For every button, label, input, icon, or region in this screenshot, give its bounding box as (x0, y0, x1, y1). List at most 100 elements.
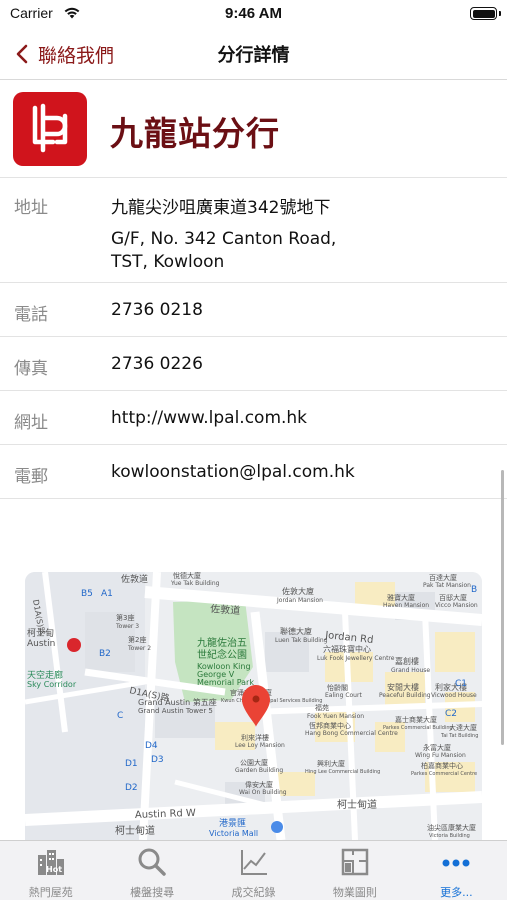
map-label-garden-zh: 公園大廈 (240, 758, 268, 767)
logo-mark-icon (32, 103, 68, 153)
page-title: 分行詳情 (217, 45, 290, 66)
scroll-indicator[interactable] (501, 470, 504, 745)
map-label-hang-bong-zh: 恆邦商業中心 (309, 721, 351, 730)
map-exit-d2: D2 (125, 783, 138, 793)
map-label-wai-on-zh: 偉安大廈 (245, 780, 273, 789)
map-label-tai-tat-en: Tai Tat Building (440, 733, 478, 739)
floorplan-icon (341, 848, 369, 876)
more-icon (442, 859, 470, 867)
map-label-vicwood-en: Vicwood House (431, 692, 477, 699)
address-row: 地址 九龍尖沙咀廣東道342號地下 G/F, No. 342 Canton Ro… (0, 179, 507, 283)
map-label-hing-lee-en: Hing Lee Commercial Building (305, 769, 380, 775)
map-label-lee-loy-en: Lee Loy Mansion (235, 742, 285, 749)
tab-popular-estates[interactable]: Hot 熱門屋苑 (0, 841, 101, 900)
address-english-line2: TST, Kowloon (111, 252, 225, 272)
phone-row[interactable]: 電話 2736 0218 (0, 284, 507, 337)
map-label-park-zh-1: 九龍佐治五 (197, 636, 247, 649)
map-exit-b2: B2 (99, 649, 111, 659)
map-label-tower3-en: Tower 3 (115, 623, 139, 630)
map-label-hing-lee-zh: 興利大廈 (317, 759, 345, 768)
buildings-icon: Hot (37, 850, 64, 875)
branch-location-map[interactable]: 佐敦道 Jordan Rd 佐敦道 Austin Rd W 柯士甸道 柯士甸道 … (25, 572, 482, 840)
map-label-fook-yuen-zh: 福苑 (315, 703, 329, 712)
branch-header: 九龍站分行 (0, 81, 507, 178)
map-label-grand-austin-en: Grand Austin Tower 5 (138, 707, 213, 715)
map-label-grand-house-zh: 嘉創樓 (395, 656, 419, 666)
map-label-vicco-zh: 百邸大廈 (439, 593, 467, 602)
map-label-park-en-3: Memorial Park (197, 678, 254, 687)
map-label-fook-yuen-en: Fook Yuen Mansion (307, 713, 364, 720)
address-english: G/F, No. 342 Canton Road, TST, Kowloon (111, 228, 336, 274)
map-label-tai-tat-zh: 大達大廈 (449, 723, 477, 732)
tab-label-property-search: 樓盤搜尋 (130, 886, 175, 899)
tab-bar: Hot 熱門屋苑 樓盤搜尋 成交紀錄 物業圖則 更多... (0, 840, 507, 900)
map-label-austin-station-en: Austin (27, 639, 55, 649)
email-label: 電郵 (14, 467, 48, 487)
company-logo (13, 92, 87, 166)
map-label-luen-tak-en: Luen Tak Building (275, 637, 328, 644)
map-exit-c2: C2 (445, 709, 457, 719)
address-english-line1: G/F, No. 342 Canton Road, (111, 229, 337, 249)
map-exit-b5: B5 (81, 589, 93, 599)
tab-transaction-records[interactable]: 成交紀錄 (203, 841, 304, 900)
tab-floor-plans[interactable]: 物業圖則 (304, 841, 405, 900)
navigation-bar: 聯絡我們 分行詳情 (0, 28, 507, 80)
website-label: 網址 (14, 413, 48, 433)
tab-label-transaction-records: 成交紀錄 (231, 886, 276, 899)
map-label-victoria-mall-en: Victoria Mall (209, 829, 258, 838)
map-exit-c1: C1 (455, 679, 467, 689)
phone-value[interactable]: 2736 0218 (111, 300, 203, 320)
map-label-wai-on-en: Wai On Building (239, 789, 287, 796)
map-label-victoria-mall-zh: 港景匯 (219, 817, 246, 829)
fax-label: 傳真 (14, 359, 48, 379)
map-label-yuet-tak-zh: 悅德大廈 (173, 572, 201, 580)
tab-property-search[interactable]: 樓盤搜尋 (101, 841, 202, 900)
map-label-peaceful-en: Peaceful Building (379, 692, 431, 699)
map-label-tower2-zh: 第2座 (128, 635, 146, 644)
map-label-pak-tat-en: Pak Tat Mansion (423, 582, 471, 589)
search-icon (138, 848, 166, 876)
map-exit-d4: D4 (145, 741, 158, 751)
map-label-tower3-zh: 第3座 (116, 613, 134, 622)
map-label-jordan-mansion-en: Jordan Mansion (276, 597, 323, 604)
map-label-luk-fook-en: Luk Fook Jewellery Centre (317, 655, 395, 662)
map-label-kwun-chung-en: Kwun Chung Municipal Services Building (221, 698, 322, 704)
status-bar: Carrier 9:46 AM (0, 0, 507, 28)
tab-more[interactable]: 更多... (406, 841, 507, 900)
map-label-haven-en: Haven Mansion (383, 602, 429, 609)
email-row[interactable]: 電郵 kowloonstation@lpal.com.hk (0, 446, 507, 499)
map-exit-c: C (117, 711, 123, 721)
website-row[interactable]: 網址 http://www.lpal.com.hk (0, 392, 507, 445)
shopping-bag-icon[interactable] (271, 821, 283, 833)
status-time: 9:46 AM (225, 5, 282, 22)
map-exit-a1: A1 (101, 589, 113, 599)
website-link[interactable]: http://www.lpal.com.hk (111, 408, 307, 428)
map-label-vicco-en: Vicco Mansion (435, 602, 478, 609)
map-label-parkes-en: Parkes Commercial Building (383, 725, 453, 731)
map-label-austin-road-zh-2: 柯士甸道 (337, 798, 377, 811)
map-label-grand-austin-zh: Grand Austin 第五座 (138, 697, 217, 707)
map-label-pak-tat-zh: 百達大廈 (429, 573, 457, 582)
map-canvas[interactable]: 佐敦道 Jordan Rd 佐敦道 Austin Rd W 柯士甸道 柯士甸道 … (25, 572, 482, 840)
map-label-hang-bong-en: Hang Bong Commercial Centre (305, 730, 398, 737)
chart-icon (240, 850, 267, 875)
map-exit-d1: D1 (125, 759, 138, 769)
map-label-austin-road-zh: 柯士甸道 (115, 824, 155, 837)
map-label-lee-loy-zh: 利來洋樓 (241, 733, 269, 742)
mtr-station-icon[interactable] (67, 638, 81, 652)
map-label-austin-road: Austin Rd W (135, 808, 196, 821)
map-label-park-zh-2: 世紀念公園 (197, 648, 247, 661)
map-label-luk-fook-zh: 六福珠寶中心 (323, 644, 371, 654)
email-link[interactable]: kowloonstation@lpal.com.hk (111, 462, 355, 482)
battery-cap (499, 11, 501, 16)
map-label-parkes-zh: 嘉士商業大廈 (395, 715, 437, 724)
map-label-ealing-zh: 怡齡閣 (327, 683, 348, 692)
map-label-wing-fu-zh: 永富大廈 (423, 743, 451, 752)
svg-text:Hot: Hot (46, 865, 62, 874)
tab-label-floor-plans: 物業圖則 (332, 886, 377, 899)
map-exit-d3: D3 (151, 755, 164, 765)
fax-row: 傳真 2736 0226 (0, 338, 507, 391)
address-label: 地址 (14, 198, 48, 218)
map-label-ealing-en: Ealing Court (325, 692, 362, 699)
fax-value: 2736 0226 (111, 354, 203, 374)
